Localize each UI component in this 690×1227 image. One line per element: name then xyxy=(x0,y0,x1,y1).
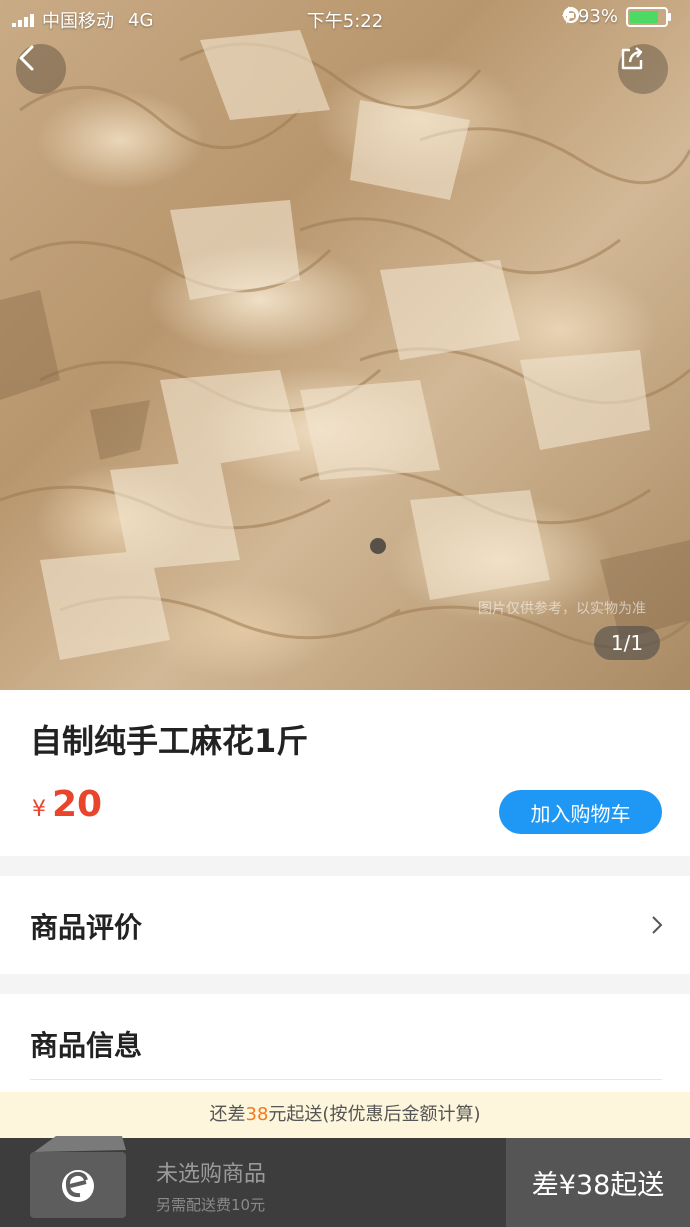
currency-symbol: ¥ xyxy=(32,797,46,822)
cart-box-icon[interactable] xyxy=(26,1130,130,1226)
product-info-section: 商品信息 xyxy=(0,994,690,1092)
product-image[interactable]: 中国移动 4G 下午5:22 93% 图片仅供参考，以实物为准 1/1 xyxy=(0,0,690,690)
chevron-right-icon xyxy=(652,916,663,934)
product-price: ¥20 xyxy=(32,784,102,825)
status-bar: 中国移动 4G 下午5:22 93% xyxy=(0,0,690,36)
notice-prefix: 还差 xyxy=(209,1104,246,1125)
divider xyxy=(30,1079,662,1080)
share-button[interactable] xyxy=(618,44,668,94)
reviews-title: 商品评价 xyxy=(30,911,143,944)
add-to-cart-button[interactable]: 加入购物车 xyxy=(499,790,662,834)
share-icon xyxy=(621,47,643,70)
info-title: 商品信息 xyxy=(30,1029,143,1062)
back-arrow-icon xyxy=(19,45,34,71)
image-counter: 1/1 xyxy=(594,626,660,660)
battery-fill xyxy=(630,10,658,23)
back-button[interactable] xyxy=(16,44,66,94)
fried-dough-photo xyxy=(0,30,690,660)
image-watermark: 图片仅供参考，以实物为准 xyxy=(478,601,646,617)
bottom-cart-bar: 未选购商品 另需配送费10元 差¥38起送 xyxy=(0,1136,690,1227)
reviews-row[interactable]: 商品评价 xyxy=(0,876,690,974)
cart-summary: 未选购商品 另需配送费10元 xyxy=(156,1156,266,1215)
cart-empty-label: 未选购商品 xyxy=(156,1162,267,1187)
battery-icon xyxy=(626,6,671,27)
delivery-fee-label: 另需配送费10元 xyxy=(156,1196,266,1214)
battery-percent: 93% xyxy=(577,6,618,27)
notice-amount: 38 xyxy=(245,1104,269,1125)
product-title: 自制纯手工麻花1斤 xyxy=(30,722,309,760)
product-info-card: 自制纯手工麻花1斤 ¥20 加入购物车 xyxy=(0,690,690,856)
price-value: 20 xyxy=(52,784,103,825)
notice-suffix: 元起送(按优惠后金额计算) xyxy=(268,1104,481,1125)
checkout-button[interactable]: 差¥38起送 xyxy=(506,1138,690,1227)
